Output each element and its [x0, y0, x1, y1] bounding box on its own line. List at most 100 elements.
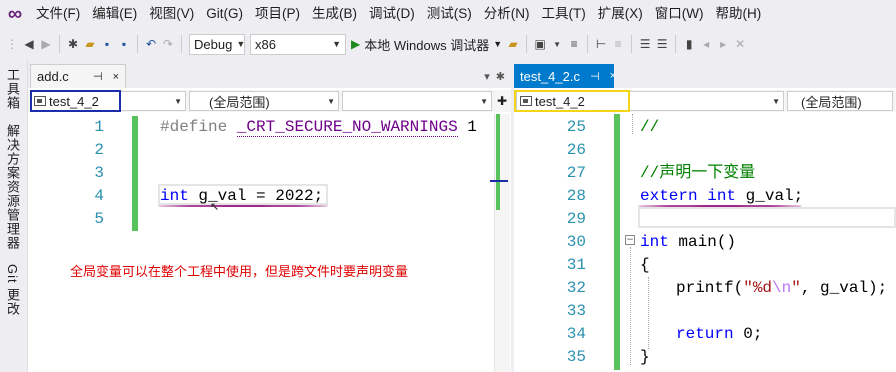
prev-bookmark-icon[interactable]: ◂: [700, 35, 712, 53]
solution-configuration-select[interactable]: Debug ▼: [189, 33, 246, 55]
right-editor-pane: test_4_2.c ⊣ × test_4_2 ▼ (全局范围) 25 26 2…: [514, 64, 896, 372]
forward-icon[interactable]: ▶: [40, 35, 52, 53]
split-icon[interactable]: ✚: [497, 94, 507, 108]
code-line-27: //声明一下变量: [640, 164, 756, 182]
back-icon[interactable]: ◀: [23, 35, 35, 53]
menu-help[interactable]: 帮助(H): [709, 0, 767, 28]
left-editor-pane: add.c ⊣ × ▾ ✱ test_4_2 ▼ (全局范围) ▼ ▼ ✚ 1: [28, 64, 511, 372]
project-highlight-box: [30, 90, 121, 112]
scope-value: (全局范围): [801, 94, 862, 110]
right-code-editor[interactable]: 25 26 27 28 29 30 31 32 33 34 35 − // //…: [514, 114, 896, 372]
menu-tools[interactable]: 工具(T): [536, 0, 592, 28]
menu-view[interactable]: 视图(V): [143, 0, 200, 28]
toolbar-separator: [526, 35, 528, 53]
keyword: return: [676, 325, 734, 343]
indent-guide: [632, 114, 633, 134]
comment-icon[interactable]: ☰: [639, 35, 651, 53]
outline-icon[interactable]: ⊢: [595, 35, 607, 53]
undo-icon[interactable]: ↶: [145, 35, 157, 53]
chevron-down-icon: ▼: [332, 39, 341, 49]
member-select[interactable]: ▼: [342, 91, 492, 111]
chevron-down-icon: ▼: [493, 39, 503, 49]
chevron-down-icon: ▼: [480, 96, 488, 106]
save-all-icon[interactable]: ▪: [118, 35, 130, 53]
left-tab-row: add.c ⊣ × ▾ ✱: [28, 64, 511, 88]
tab-test-4-2-c[interactable]: test_4_2.c ⊣ ×: [514, 64, 616, 88]
toolbar-separator: [631, 35, 633, 53]
next-bookmark-icon[interactable]: ▸: [717, 35, 729, 53]
tab-add-c[interactable]: add.c ⊣ ×: [30, 64, 126, 88]
line-number: 26: [566, 141, 586, 159]
menu-git[interactable]: Git(G): [200, 0, 249, 28]
step-icon[interactable]: ≡: [568, 35, 580, 53]
line-number: 25: [566, 118, 586, 136]
line-number: 28: [566, 187, 586, 205]
menu-analyze[interactable]: 分析(N): [478, 0, 536, 28]
close-icon[interactable]: ×: [610, 70, 616, 82]
align-icon[interactable]: ≡: [612, 35, 624, 53]
collapse-icon[interactable]: −: [625, 235, 635, 245]
dropdown-icon[interactable]: ▾: [484, 70, 490, 83]
code-text: g_val;: [736, 187, 804, 205]
screenshot-icon[interactable]: ▣: [534, 35, 546, 53]
toolbar-grip-icon: ⋮: [6, 37, 18, 51]
current-line-highlight: [638, 207, 896, 228]
project-highlight-box: [514, 90, 630, 112]
settings-icon[interactable]: ✱: [496, 70, 505, 83]
code-line-25: //: [640, 118, 660, 136]
start-debugging-button[interactable]: ▶ 本地 Windows 调试器 ▼: [351, 35, 502, 54]
line-number: 33: [566, 302, 586, 320]
toolbox-tab[interactable]: 工具箱: [3, 68, 22, 110]
menu-extensions[interactable]: 扩展(X): [592, 0, 649, 28]
side-tool-strip: 工具箱 解决方案资源管理器 Git 更改: [0, 60, 28, 372]
scope-value: (全局范围): [209, 94, 270, 110]
tab-tools: ▾ ✱: [484, 64, 511, 88]
menu-file[interactable]: 文件(F): [30, 0, 86, 28]
redo-icon[interactable]: ↷: [162, 35, 174, 53]
visual-studio-logo-icon[interactable]: ∞: [0, 0, 30, 28]
solution-configuration-value: Debug: [194, 36, 233, 52]
uncomment-icon[interactable]: ☰: [656, 35, 668, 53]
scope-select[interactable]: (全局范围): [787, 91, 893, 111]
toolbar-separator: [59, 35, 60, 53]
solution-platform-select[interactable]: x86 ▼: [250, 33, 346, 55]
keyword: int: [707, 187, 737, 205]
save-icon[interactable]: ▪: [101, 35, 113, 53]
line-number: 35: [566, 348, 586, 366]
code-text: g_val = 2022;: [188, 187, 324, 205]
right-tab-row: test_4_2.c ⊣ ×: [514, 64, 896, 88]
clear-bookmarks-icon[interactable]: ✕: [734, 35, 746, 53]
open-folder-icon[interactable]: ▰: [84, 35, 96, 53]
dropdown-icon[interactable]: ▼: [551, 35, 563, 53]
pin-icon[interactable]: ⊣: [590, 70, 600, 83]
code-text: , g_val);: [800, 279, 888, 297]
menu-project[interactable]: 项目(P): [249, 0, 306, 28]
menu-test[interactable]: 测试(S): [421, 0, 478, 28]
browse-icon[interactable]: ▰: [507, 35, 519, 53]
code-line-34: return 0;: [676, 323, 762, 346]
string-literal: "%d: [743, 279, 773, 297]
line-number: 3: [94, 164, 104, 182]
close-icon[interactable]: ×: [113, 71, 119, 83]
chevron-down-icon: ▼: [236, 39, 246, 49]
menu-debug[interactable]: 调试(D): [363, 0, 421, 28]
line-number: 5: [94, 210, 104, 228]
mouse-cursor-icon: ↖: [210, 198, 220, 215]
left-vertical-scrollbar[interactable]: [494, 114, 510, 372]
toolbar-separator: [587, 35, 589, 53]
solution-explorer-tab[interactable]: 解决方案资源管理器: [3, 124, 22, 250]
scope-select[interactable]: (全局范围) ▼: [189, 91, 339, 111]
menu-edit[interactable]: 编辑(E): [86, 0, 143, 28]
bookmark-icon[interactable]: ▮: [683, 35, 695, 53]
new-project-icon[interactable]: ✱: [67, 35, 79, 53]
change-indicator-bar: [614, 114, 620, 370]
line-number: 30: [566, 233, 586, 251]
menu-build[interactable]: 生成(B): [306, 0, 363, 28]
start-debugging-label: 本地 Windows 调试器: [364, 37, 490, 53]
pin-icon[interactable]: ⊣: [93, 70, 103, 83]
line-number: 31: [566, 256, 586, 274]
git-changes-tab[interactable]: Git 更改: [3, 264, 22, 316]
menu-window[interactable]: 窗口(W): [649, 0, 710, 28]
indent-guide: [648, 277, 649, 349]
left-code-editor[interactable]: 1 2 3 4 5 #define _CRT_SECURE_NO_WARNING…: [28, 114, 511, 372]
